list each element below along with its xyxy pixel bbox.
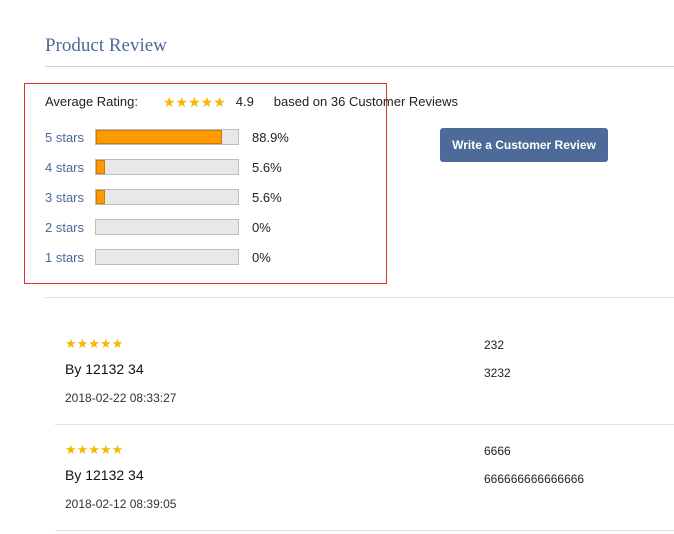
rating-percent: 5.6% xyxy=(252,189,282,205)
review-date: 2018-02-12 08:39:05 xyxy=(65,497,177,511)
rating-bar-track xyxy=(95,249,239,265)
rating-row-4: 4 stars 5.6% xyxy=(45,158,282,176)
rating-bar-fill xyxy=(96,190,105,204)
review-title: 232 xyxy=(484,338,505,352)
rating-bar-track xyxy=(95,189,239,205)
rating-filter-link[interactable]: 2 stars xyxy=(45,220,95,235)
rating-row-1: 1 stars 0% xyxy=(45,248,271,266)
rating-filter-link[interactable]: 1 stars xyxy=(45,250,95,265)
review-author: By 12132 34 xyxy=(65,361,144,377)
title-divider xyxy=(45,66,674,67)
average-rating-row: Average Rating: ★★★★★ 4.9 based on 36 Cu… xyxy=(45,94,458,109)
rating-bar-track xyxy=(95,159,239,175)
review-divider xyxy=(55,530,674,531)
rating-row-5: 5 stars 88.9% xyxy=(45,128,289,146)
review-star-icons: ★★★★★ xyxy=(65,442,124,457)
average-rating-label: Average Rating: xyxy=(45,94,138,109)
rating-bar-track xyxy=(95,219,239,235)
rating-percent: 0% xyxy=(252,249,271,265)
review-title: 6666 xyxy=(484,444,511,458)
average-star-icons: ★★★★★ xyxy=(163,93,226,110)
rating-row-2: 2 stars 0% xyxy=(45,218,271,236)
review-body: 3232 xyxy=(484,366,511,380)
review-body: 666666666666666 xyxy=(484,472,585,486)
rating-filter-link[interactable]: 4 stars xyxy=(45,160,95,175)
rating-bar-track xyxy=(95,129,239,145)
rating-filter-link[interactable]: 5 stars xyxy=(45,130,95,145)
review-divider xyxy=(55,424,674,425)
rating-percent: 88.9% xyxy=(252,129,289,145)
rating-percent: 5.6% xyxy=(252,159,282,175)
review-star-icons: ★★★★★ xyxy=(65,336,124,351)
rating-filter-link[interactable]: 3 stars xyxy=(45,190,95,205)
review-count-text: based on 36 Customer Reviews xyxy=(273,94,459,109)
write-review-button[interactable]: Write a Customer Review xyxy=(440,128,608,162)
rating-bar-fill xyxy=(96,130,223,144)
page-title: Product Review xyxy=(45,35,167,56)
rating-bar-fill xyxy=(96,160,105,174)
average-rating-value: 4.9 xyxy=(235,94,254,109)
rating-percent: 0% xyxy=(252,219,271,235)
summary-divider xyxy=(45,297,674,298)
review-date: 2018-02-22 08:33:27 xyxy=(65,391,177,405)
review-item: ★★★★★ By 12132 34 2018-02-12 08:39:05 66… xyxy=(65,441,674,521)
rating-row-3: 3 stars 5.6% xyxy=(45,188,282,206)
review-item: ★★★★★ By 12132 34 2018-02-22 08:33:27 23… xyxy=(65,335,674,415)
review-author: By 12132 34 xyxy=(65,467,144,483)
